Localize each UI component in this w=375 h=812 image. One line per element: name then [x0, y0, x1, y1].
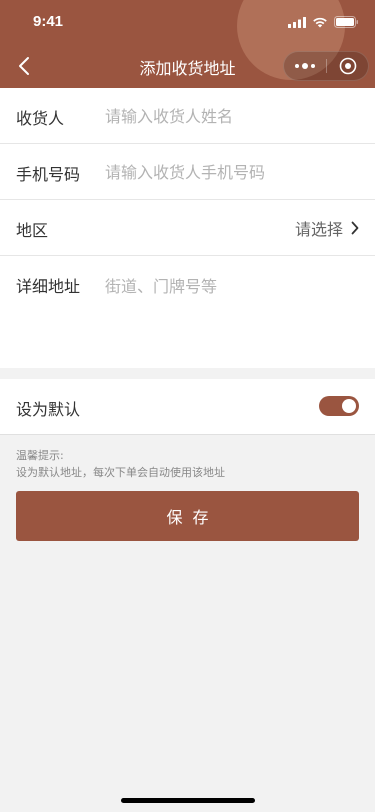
nav-bar: 添加收货地址 — [0, 44, 375, 88]
chevron-right-icon — [351, 221, 359, 235]
home-indicator — [121, 798, 255, 803]
status-time: 9:41 — [33, 13, 64, 30]
phone-row: 手机号码 — [0, 144, 375, 200]
target-close-icon — [339, 57, 357, 75]
header: 9:41 添加收货地址 — [0, 0, 375, 88]
status-bar: 9:41 — [0, 0, 375, 44]
wifi-icon — [313, 17, 327, 27]
more-dot-icon — [295, 64, 299, 68]
more-dot-icon — [302, 63, 308, 69]
tip-title: 温馨提示: — [16, 449, 64, 462]
region-value: 请选择 — [294, 220, 343, 239]
address-row: 详细地址 — [0, 256, 375, 368]
phone-label: 手机号码 — [16, 165, 81, 184]
status-icons — [288, 14, 359, 30]
close-button[interactable] — [327, 52, 369, 80]
tip-text: 设为默认地址，每次下单会自动使用该地址 — [16, 466, 225, 479]
save-button[interactable]: 保存 — [16, 491, 359, 541]
default-toggle[interactable] — [319, 396, 359, 416]
more-button[interactable] — [284, 52, 326, 80]
signal-icon — [288, 16, 306, 28]
phone-input[interactable] — [105, 160, 355, 184]
mini-program-capsule — [283, 51, 369, 81]
consignee-input[interactable] — [105, 104, 355, 128]
default-row: 设为默认 — [0, 379, 375, 435]
address-form: 收货人 手机号码 地区 请选择 详细地址 — [0, 88, 375, 368]
address-label: 详细地址 — [16, 277, 81, 296]
more-dot-icon — [311, 64, 315, 68]
default-label: 设为默认 — [16, 400, 81, 419]
battery-icon — [334, 16, 358, 28]
address-textarea[interactable] — [105, 273, 355, 363]
region-row[interactable]: 地区 请选择 — [0, 200, 375, 256]
consignee-label: 收货人 — [16, 109, 65, 128]
consignee-row: 收货人 — [0, 88, 375, 144]
region-label: 地区 — [16, 221, 49, 240]
toggle-knob — [342, 399, 356, 413]
region-picker[interactable]: 请选择 — [295, 216, 359, 240]
